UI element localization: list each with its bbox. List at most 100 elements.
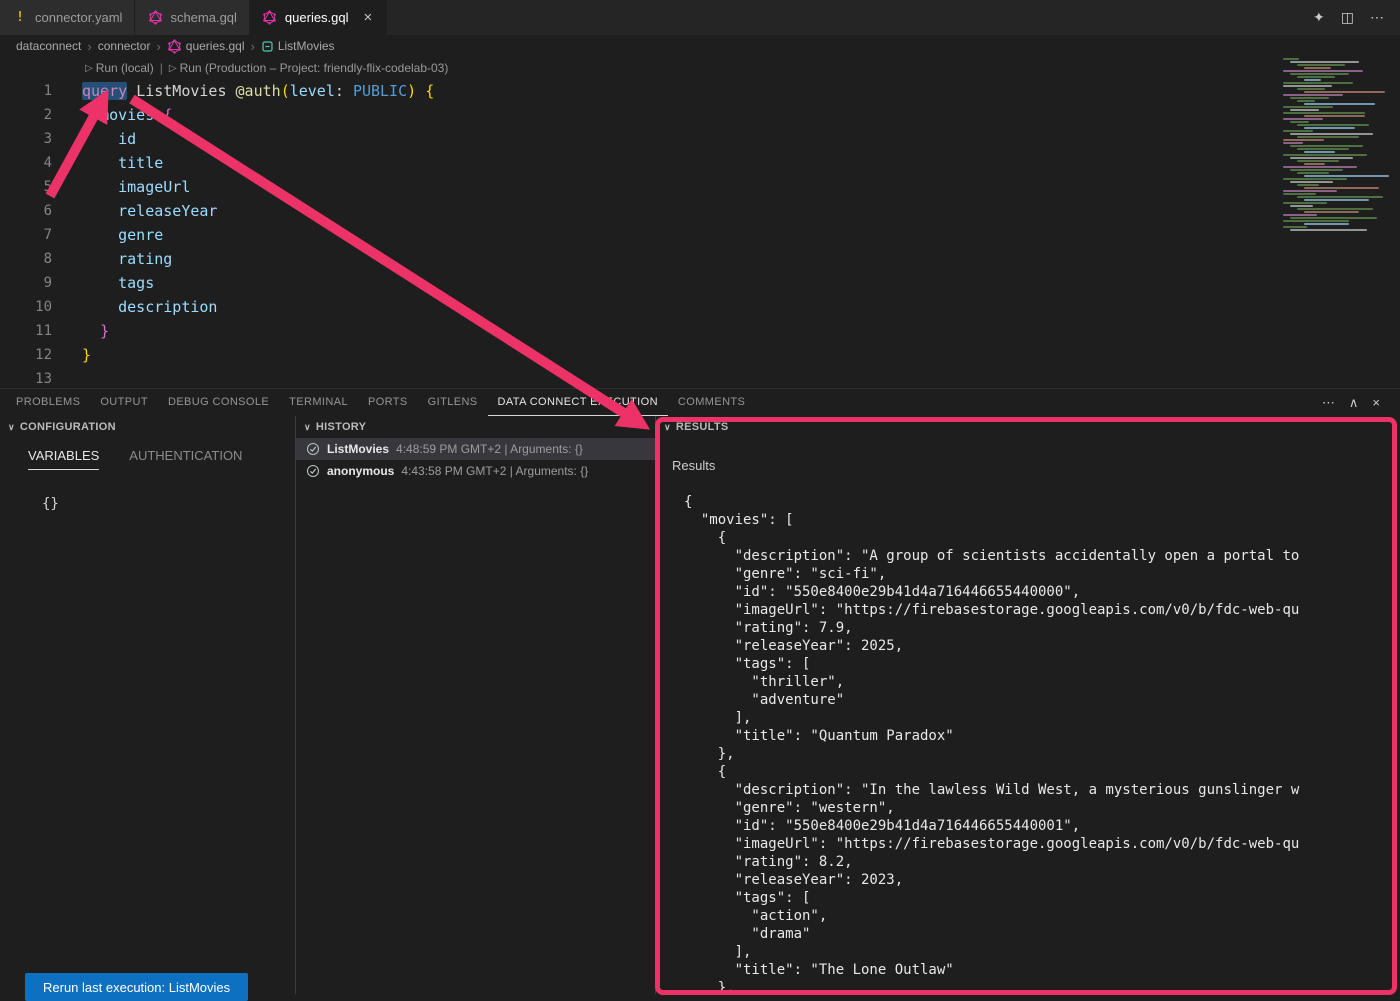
minimap[interactable]: [1283, 58, 1398, 298]
code-line[interactable]: }: [82, 319, 1280, 343]
configuration-section: ∨ CONFIGURATION VARIABLESAUTHENTICATION …: [0, 416, 296, 994]
panel-tab-output[interactable]: OUTPUT: [90, 389, 158, 416]
results-line: },: [684, 979, 1400, 994]
minimap-line: [1297, 148, 1349, 150]
code-line[interactable]: releaseYear: [82, 199, 1280, 223]
breadcrumb-item-listmovies[interactable]: ListMovies: [261, 39, 335, 53]
line-number: 10: [0, 295, 52, 319]
chevron-down-icon: ∨: [8, 422, 15, 433]
breadcrumb-item-dataconnect[interactable]: dataconnect: [16, 39, 81, 53]
panel-tab-comments[interactable]: COMMENTS: [668, 389, 755, 416]
code-line[interactable]: imageUrl: [82, 175, 1280, 199]
panel-tab-data-connect-execution[interactable]: DATA CONNECT EXECUTION: [488, 389, 668, 416]
minimap-line: [1290, 157, 1353, 159]
chevron-down-icon: ∨: [304, 422, 311, 433]
code-token: releaseYear: [118, 202, 217, 220]
panel-tab-list: PROBLEMSOUTPUTDEBUG CONSOLETERMINALPORTS…: [6, 389, 755, 416]
code-token: PUBLIC: [353, 82, 407, 100]
code-token: [82, 226, 118, 244]
code-line[interactable]: movies {: [82, 103, 1280, 127]
code-line[interactable]: tags: [82, 271, 1280, 295]
code-editor[interactable]: 12345678910111213 ▷ Run (local) | ▷ Run …: [0, 57, 1400, 388]
results-line: "id": "550e8400e29b41d4a716446655440001"…: [684, 817, 1400, 835]
minimap-line: [1283, 130, 1313, 132]
code-line[interactable]: rating: [82, 247, 1280, 271]
panel-maximize-icon[interactable]: ∧: [1349, 395, 1359, 411]
code-line[interactable]: }: [82, 343, 1280, 367]
code-token: [82, 106, 100, 124]
minimap-line: [1283, 85, 1332, 87]
results-line: "imageUrl": "https://firebasestorage.goo…: [684, 601, 1400, 619]
results-title: RESULTS: [676, 421, 729, 433]
graphql-icon: [262, 10, 278, 25]
minimap-line: [1304, 151, 1335, 153]
minimap-line: [1283, 226, 1307, 228]
panel-close-icon[interactable]: ×: [1372, 395, 1380, 410]
more-actions-icon[interactable]: ⋯: [1370, 9, 1384, 26]
code-line[interactable]: [82, 367, 1280, 388]
line-number: 9: [0, 271, 52, 295]
history-item-anonymous[interactable]: anonymous4:43:58 PM GMT+2 | Arguments: {…: [296, 460, 655, 482]
breadcrumb-label: dataconnect: [16, 39, 81, 53]
editor-tab-queries-gql[interactable]: queries.gql×: [250, 0, 387, 35]
minimap-line: [1290, 109, 1319, 111]
breadcrumb-item-connector[interactable]: connector: [98, 39, 151, 53]
minimap-line: [1304, 187, 1379, 189]
code-line[interactable]: id: [82, 127, 1280, 151]
panel-tab-gitlens[interactable]: GITLENS: [418, 389, 488, 416]
code-line[interactable]: title: [82, 151, 1280, 175]
minimap-line: [1304, 163, 1325, 165]
panel-tab-debug-console[interactable]: DEBUG CONSOLE: [158, 389, 279, 416]
code-token: title: [118, 154, 163, 172]
code-token: [82, 130, 118, 148]
panel-tab-problems[interactable]: PROBLEMS: [6, 389, 90, 416]
code-line[interactable]: description: [82, 295, 1280, 319]
history-item-listmovies[interactable]: ListMovies4:48:59 PM GMT+2 | Arguments: …: [296, 438, 655, 460]
run-production-link[interactable]: ▷ Run (Production – Project: friendly-fl…: [169, 61, 449, 75]
panel-tab-ports[interactable]: PORTS: [358, 389, 418, 416]
panel-tab-terminal[interactable]: TERMINAL: [279, 389, 358, 416]
editor-tab-schema-gql[interactable]: schema.gql: [135, 0, 249, 35]
breadcrumb: dataconnect›connector›queries.gql›ListMo…: [0, 35, 1400, 57]
minimap-line: [1283, 214, 1317, 216]
breadcrumb-label: ListMovies: [278, 39, 335, 53]
run-local-link[interactable]: ▷ Run (local): [85, 61, 154, 75]
minimap-line: [1283, 154, 1367, 156]
code-token: ListMovies: [136, 82, 226, 100]
breadcrumb-item-queries-gql[interactable]: queries.gql: [167, 39, 245, 54]
history-header[interactable]: ∨ HISTORY: [296, 416, 655, 438]
minimap-line: [1283, 178, 1347, 180]
code-token: (: [281, 82, 290, 100]
minimap-line: [1283, 82, 1353, 84]
config-tab-authentication[interactable]: AUTHENTICATION: [129, 448, 242, 470]
tab-list: !connector.yamlschema.gqlqueries.gql×: [0, 0, 387, 35]
config-tab-variables[interactable]: VARIABLES: [28, 448, 99, 470]
code-token: [227, 82, 236, 100]
panel-more-icon[interactable]: ⋯: [1322, 395, 1335, 411]
code-line[interactable]: genre: [82, 223, 1280, 247]
line-number: 6: [0, 199, 52, 223]
results-section[interactable]: ∨ RESULTS Results { "movies": [ { "descr…: [656, 416, 1400, 994]
editor-tab-connector-yaml[interactable]: !connector.yaml: [0, 0, 135, 35]
copilot-icon[interactable]: ✦: [1313, 9, 1325, 26]
minimap-line: [1283, 142, 1303, 144]
code-token: description: [118, 298, 217, 316]
code-token: rating: [118, 250, 172, 268]
minimap-line: [1297, 136, 1359, 138]
minimap-line: [1297, 88, 1325, 90]
code-line[interactable]: query ListMovies @auth(level: PUBLIC) {: [82, 79, 1280, 103]
close-tab-icon[interactable]: ×: [362, 10, 375, 25]
check-circle-icon: [306, 442, 320, 456]
minimap-line: [1283, 70, 1363, 72]
minimap-line: [1297, 208, 1373, 210]
split-editor-icon[interactable]: ◫: [1341, 9, 1354, 26]
minimap-line: [1283, 118, 1323, 120]
codelens-divider: |: [160, 61, 163, 75]
history-name: ListMovies: [327, 442, 389, 456]
results-header[interactable]: ∨ RESULTS: [656, 416, 1400, 438]
code-token: movies: [100, 106, 154, 124]
results-line: "rating": 7.9,: [684, 619, 1400, 637]
configuration-header[interactable]: ∨ CONFIGURATION: [0, 416, 295, 438]
results-line: {: [684, 529, 1400, 547]
rerun-button[interactable]: Rerun last execution: ListMovies: [25, 973, 248, 1001]
